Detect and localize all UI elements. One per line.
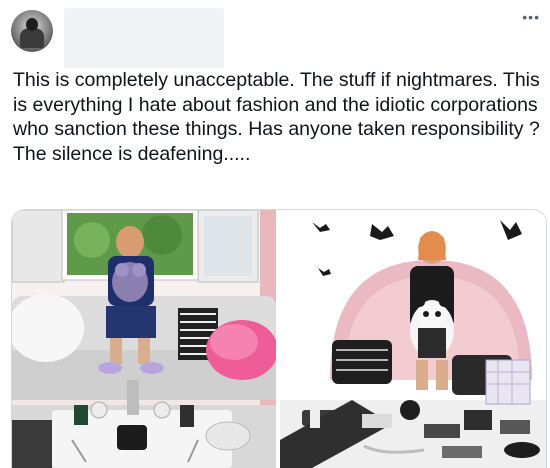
media-grid <box>12 210 546 468</box>
more-horizontal-icon[interactable]: ••• <box>522 10 540 24</box>
user-avatar[interactable] <box>11 10 53 52</box>
right-photo[interactable] <box>280 210 546 468</box>
tweet-text: This is completely unacceptable. The stu… <box>13 69 540 165</box>
redacted-username <box>64 8 224 68</box>
left-photo[interactable] <box>12 210 278 468</box>
tweet-media[interactable] <box>11 209 547 468</box>
